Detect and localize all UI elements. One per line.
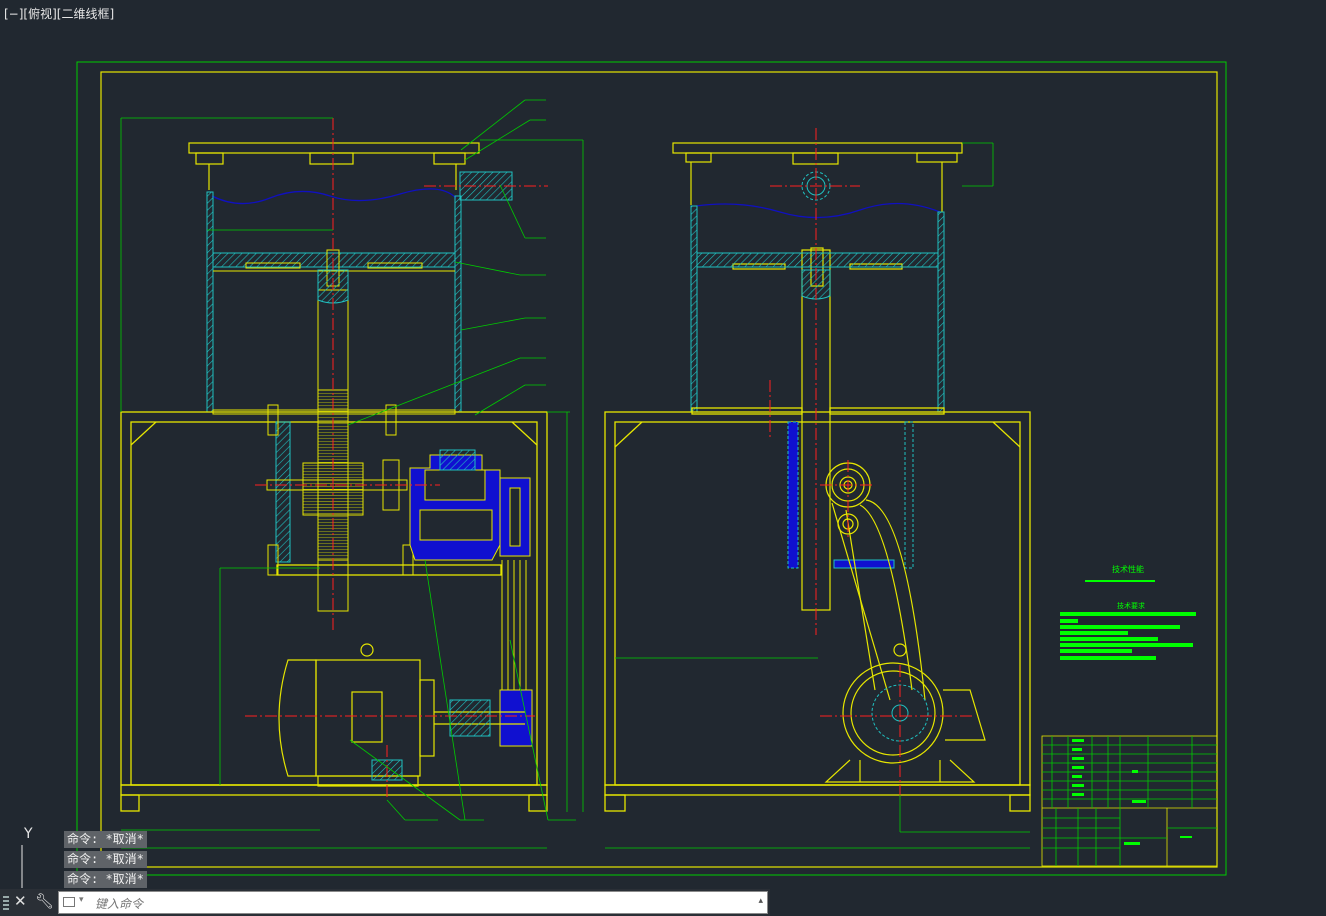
tech-performance-title: 技术性能 [1112, 564, 1144, 574]
technical-notes: 技术性能 技术要求 [1060, 564, 1196, 660]
command-line-bar: ✕ 🔧︎ ▾ ▴ [0, 889, 770, 916]
front-view [120, 99, 584, 849]
side-view [604, 128, 1031, 849]
title-block [1041, 735, 1218, 867]
sheet-border [76, 61, 1227, 876]
command-input[interactable] [93, 894, 737, 913]
wrench-icon[interactable]: 🔧︎ [35, 892, 54, 910]
chevron-down-icon[interactable]: ▾ [79, 895, 84, 905]
tech-requirements-title: 技术要求 [1117, 601, 1145, 610]
ucs-icon: Y [21, 826, 33, 888]
prompt-icon[interactable] [63, 897, 75, 907]
command-history-line: 命令: *取消* [64, 831, 147, 848]
command-history-line: 命令: *取消* [64, 871, 147, 888]
command-history-line: 命令: *取消* [64, 851, 147, 868]
close-icon[interactable]: ✕ [14, 892, 27, 910]
drag-handle-icon[interactable] [3, 896, 9, 910]
chevron-up-icon[interactable]: ▴ [758, 896, 763, 906]
command-field[interactable]: ▾ ▴ [58, 891, 768, 914]
ucs-y-label: Y [23, 826, 33, 842]
cad-drawing-canvas[interactable]: 技术性能 技术要求 Y [0, 0, 1326, 916]
